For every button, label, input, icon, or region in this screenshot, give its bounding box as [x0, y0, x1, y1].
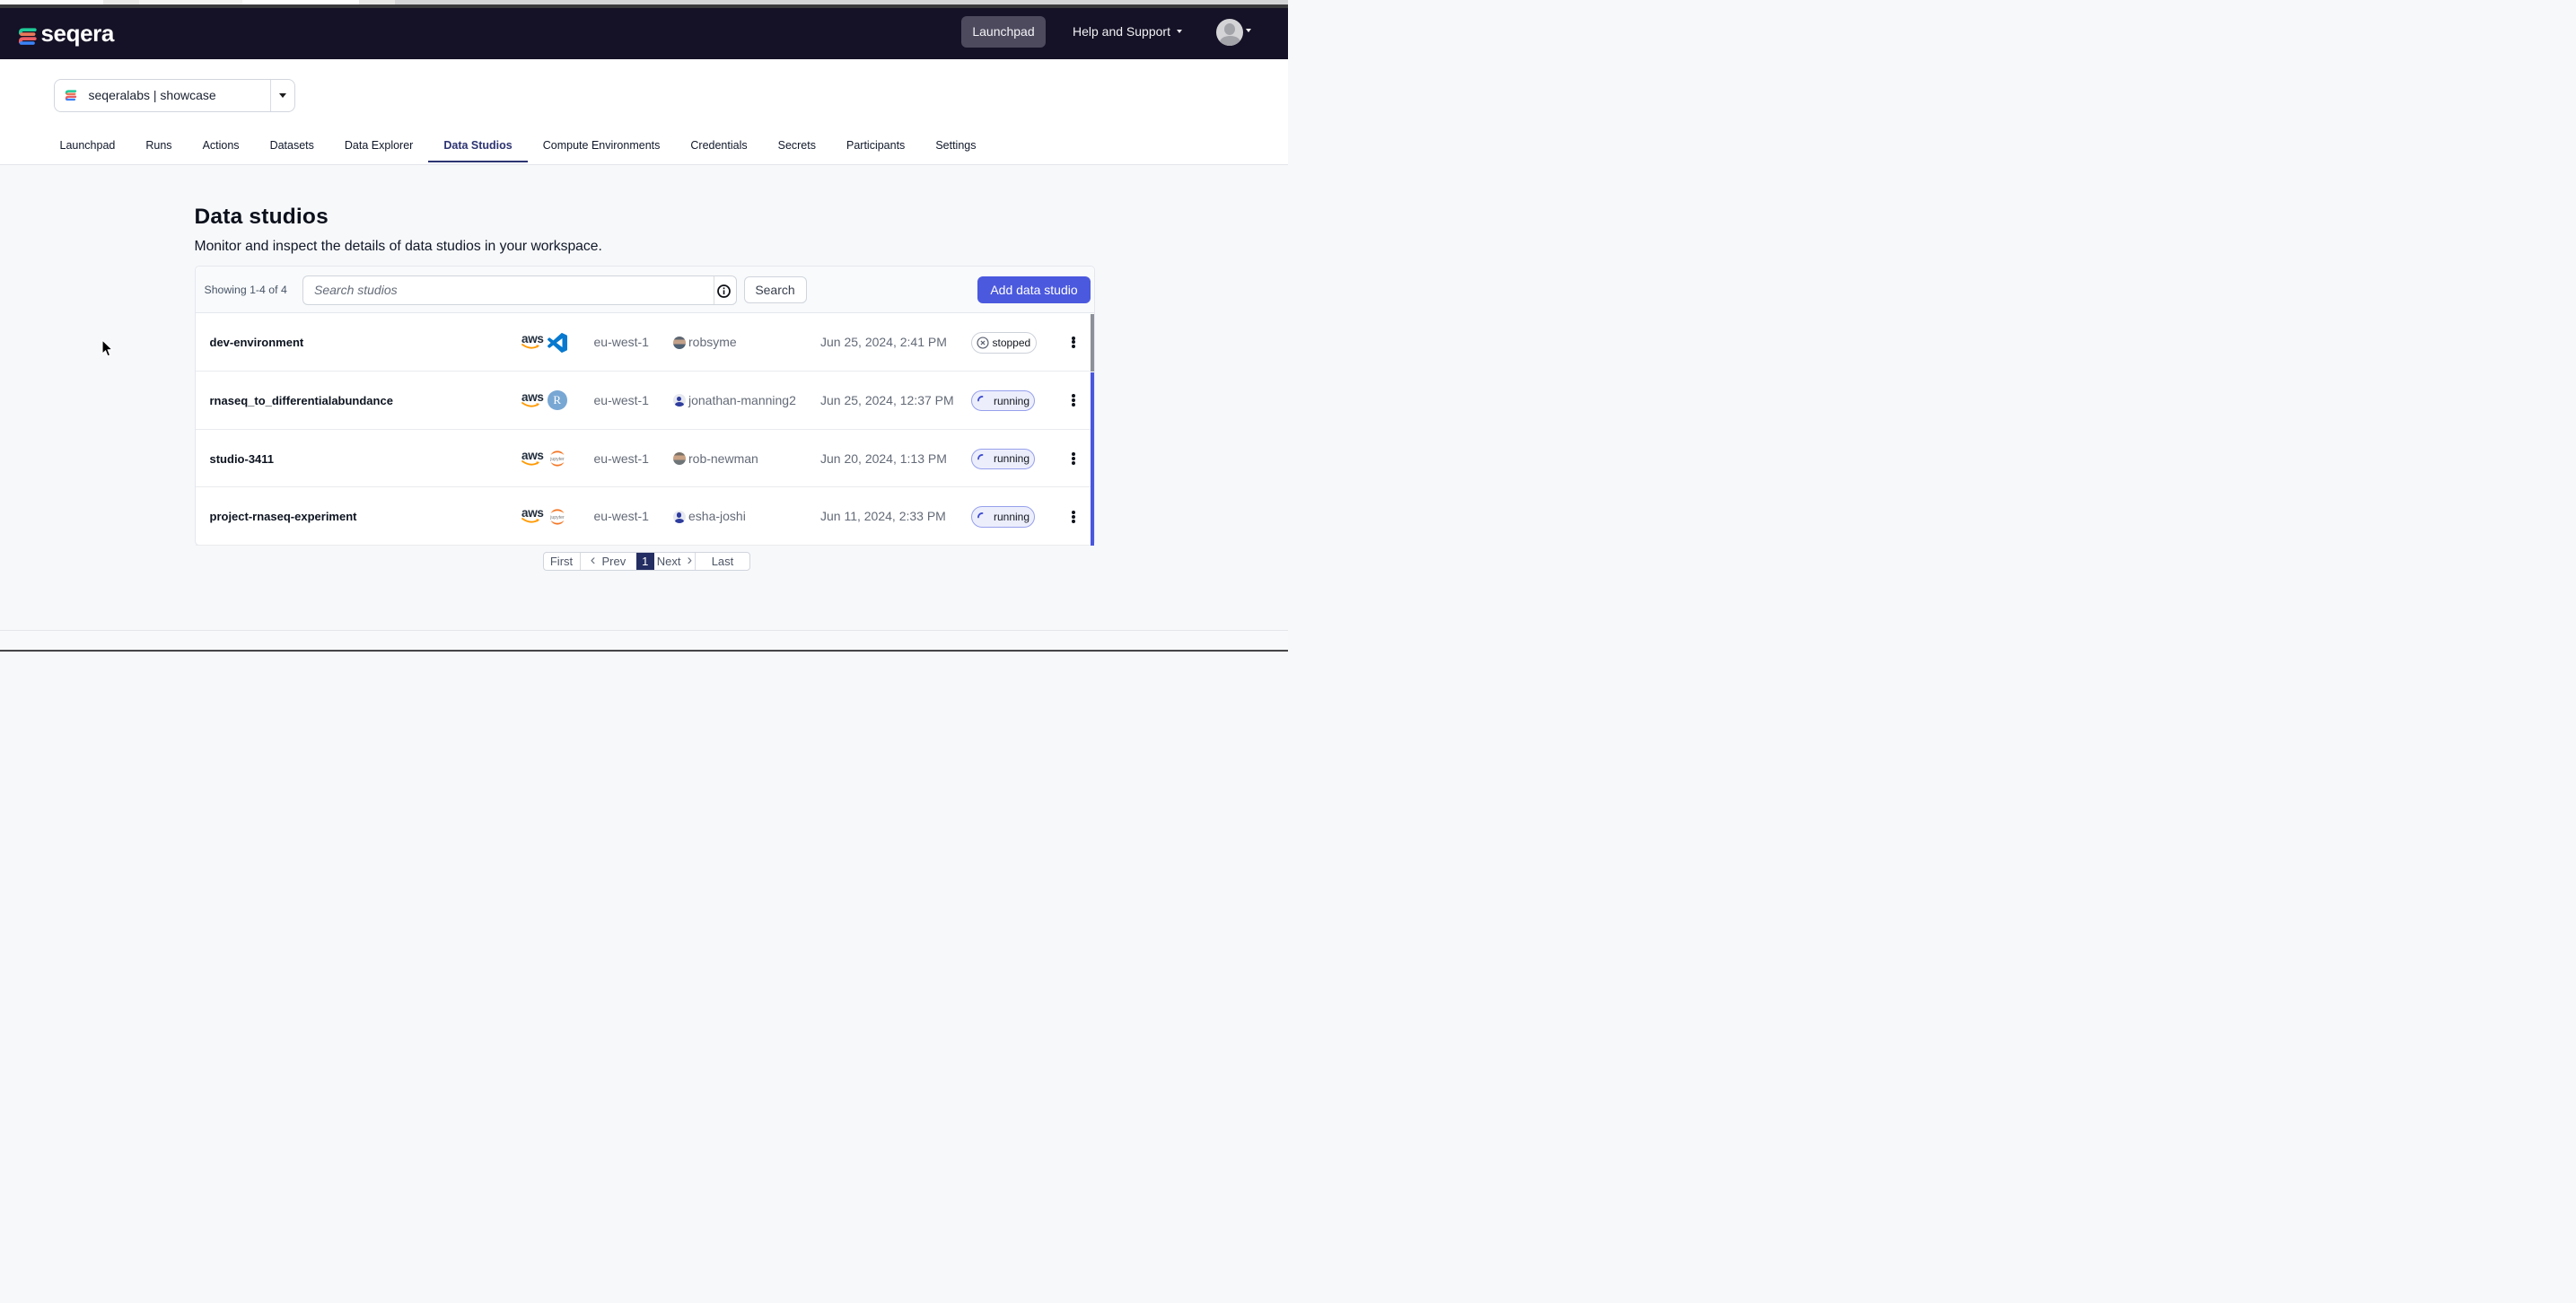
svg-text:jupyter: jupyter: [549, 515, 565, 520]
svg-text:jupyter: jupyter: [549, 457, 565, 462]
